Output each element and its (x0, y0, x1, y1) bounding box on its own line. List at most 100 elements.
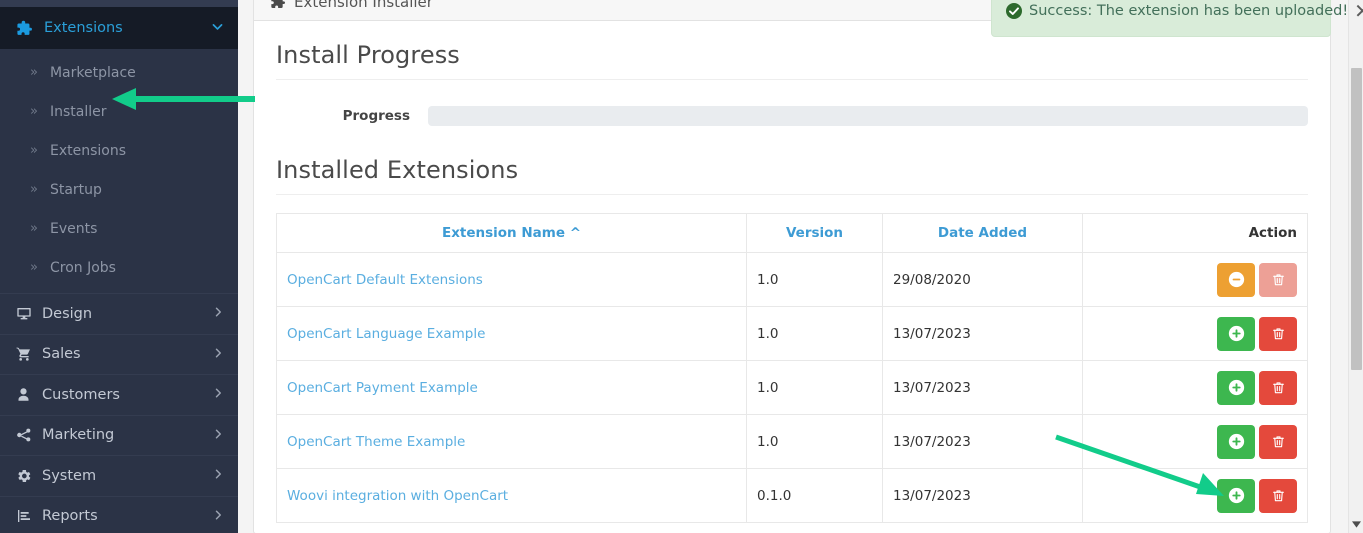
plus-circle-icon (1228, 433, 1245, 450)
cell-version: 1.0 (747, 307, 883, 361)
cell-date-added: 13/07/2023 (883, 307, 1083, 361)
sidebar-item-marketing[interactable]: Marketing (0, 415, 238, 456)
delete-button[interactable] (1259, 371, 1297, 405)
trash-icon (1271, 434, 1286, 450)
extension-name-link[interactable]: OpenCart Theme Example (287, 434, 465, 450)
delete-button (1259, 263, 1297, 297)
sidebar-item-design[interactable]: Design (0, 293, 238, 334)
column-label: Extension Name (442, 225, 565, 241)
sidebar-item-label: Design (42, 306, 212, 322)
sidebar-item-installer[interactable]: » Installer (0, 92, 238, 131)
cell-version: 1.0 (747, 253, 883, 307)
sidebar-item-startup[interactable]: » Startup (0, 170, 238, 209)
trash-icon (1271, 380, 1286, 396)
sidebar-item-system[interactable]: System (0, 455, 238, 496)
extension-name-link[interactable]: OpenCart Default Extensions (287, 272, 483, 288)
sidebar-item-customers[interactable]: Customers (0, 374, 238, 415)
scrollbar-thumb[interactable] (1351, 68, 1362, 370)
cell-action (1083, 253, 1308, 307)
double-chevron-right-icon: » (30, 143, 36, 158)
table-row: Woovi integration with OpenCart0.1.013/0… (277, 469, 1308, 523)
sidebar-item-sales[interactable]: Sales (0, 334, 238, 375)
double-chevron-right-icon: » (30, 260, 36, 275)
share-icon (16, 427, 42, 443)
uninstall-button[interactable] (1217, 263, 1255, 297)
cart-icon (16, 346, 42, 362)
table-row: OpenCart Payment Example1.013/07/2023 (277, 361, 1308, 415)
sidebar-item-label: Extensions (50, 143, 126, 159)
user-icon (16, 387, 42, 402)
delete-button[interactable] (1259, 479, 1297, 513)
sidebar-item-label: Startup (50, 182, 102, 198)
delete-button[interactable] (1259, 425, 1297, 459)
extension-installer-card: Extension Installer Install Progress Pro… (253, 0, 1331, 533)
main-content: Extension Installer Install Progress Pro… (238, 0, 1348, 533)
trash-icon (1271, 326, 1286, 342)
chevron-down-icon (211, 20, 224, 36)
progress-row: Progress (276, 106, 1308, 126)
trash-icon (1271, 488, 1286, 504)
sidebar-item-cron-jobs[interactable]: » Cron Jobs (0, 248, 238, 287)
install-button[interactable] (1217, 371, 1255, 405)
extension-name-link[interactable]: OpenCart Payment Example (287, 380, 478, 396)
sidebar-item-extensions[interactable]: » Extensions (0, 131, 238, 170)
cell-date-added: 13/07/2023 (883, 361, 1083, 415)
install-button[interactable] (1217, 425, 1255, 459)
sidebar-item-label: Marketplace (50, 65, 136, 81)
cell-extension-name: OpenCart Language Example (277, 307, 747, 361)
gear-icon (16, 468, 42, 484)
sidebar-item-label: Events (50, 221, 97, 237)
cell-action (1083, 469, 1308, 523)
progress-bar (428, 106, 1308, 126)
sort-version-link[interactable]: Version (786, 225, 843, 241)
sidebar-item-label: Marketing (42, 427, 212, 443)
installed-extensions-table: Extension Name ^ Version Date Added Acti… (276, 213, 1308, 523)
sidebar-group-extensions-label: Extensions (40, 20, 211, 36)
column-header-extension-name[interactable]: Extension Name ^ (277, 214, 747, 253)
install-progress-heading: Install Progress (276, 41, 1308, 80)
table-row: OpenCart Theme Example1.013/07/2023 (277, 415, 1308, 469)
table-row: OpenCart Language Example 1.013/07/2023 (277, 307, 1308, 361)
cell-date-added: 13/07/2023 (883, 469, 1083, 523)
chevron-right-icon (212, 387, 224, 402)
chevron-right-icon (212, 509, 224, 524)
double-chevron-right-icon: » (30, 182, 36, 197)
cell-action (1083, 415, 1308, 469)
sidebar-item-reports[interactable]: Reports (0, 496, 238, 533)
extension-name-link[interactable]: Woovi integration with OpenCart (287, 488, 508, 504)
sidebar-item-events[interactable]: » Events (0, 209, 238, 248)
sort-date-added-link[interactable]: Date Added (938, 225, 1027, 241)
app-root: Extensions » Marketplace » Installer » E… (0, 0, 1363, 533)
column-header-version[interactable]: Version (747, 214, 883, 253)
installed-extensions-heading: Installed Extensions (276, 156, 1308, 195)
sort-extension-name-link[interactable]: Extension Name ^ (442, 225, 581, 241)
sidebar-group-extensions[interactable]: Extensions (0, 7, 238, 49)
install-button[interactable] (1217, 317, 1255, 351)
table-head: Extension Name ^ Version Date Added Acti… (277, 214, 1308, 253)
install-button[interactable] (1217, 479, 1255, 513)
column-header-date-added[interactable]: Date Added (883, 214, 1083, 253)
delete-button[interactable] (1259, 317, 1297, 351)
table-row: OpenCart Default Extensions1.029/08/2020 (277, 253, 1308, 307)
sidebar: Extensions » Marketplace » Installer » E… (0, 0, 238, 533)
card-header-title: Extension Installer (294, 0, 433, 11)
success-alert-message: Success: The extension has been uploaded… (1029, 3, 1348, 19)
cell-version: 1.0 (747, 415, 883, 469)
chevron-right-icon (212, 428, 224, 443)
chevron-right-icon (212, 347, 224, 362)
page-scrollbar[interactable] (1348, 0, 1363, 533)
cell-extension-name: Woovi integration with OpenCart (277, 469, 747, 523)
column-header-action: Action (1083, 214, 1308, 253)
double-chevron-right-icon: » (30, 65, 36, 80)
sidebar-item-marketplace[interactable]: » Marketplace (0, 53, 238, 92)
extension-name-link[interactable]: OpenCart Language Example (287, 326, 485, 342)
table-body: OpenCart Default Extensions1.029/08/2020… (277, 253, 1308, 523)
cell-extension-name: OpenCart Default Extensions (277, 253, 747, 307)
close-icon[interactable]: ✕ (1348, 1, 1363, 21)
puzzle-icon (270, 0, 286, 10)
cell-extension-name: OpenCart Payment Example (277, 361, 747, 415)
cell-action (1083, 361, 1308, 415)
progress-label: Progress (276, 108, 428, 124)
table-header-row: Extension Name ^ Version Date Added Acti… (277, 214, 1308, 253)
triangle-down-icon[interactable] (1349, 517, 1363, 531)
